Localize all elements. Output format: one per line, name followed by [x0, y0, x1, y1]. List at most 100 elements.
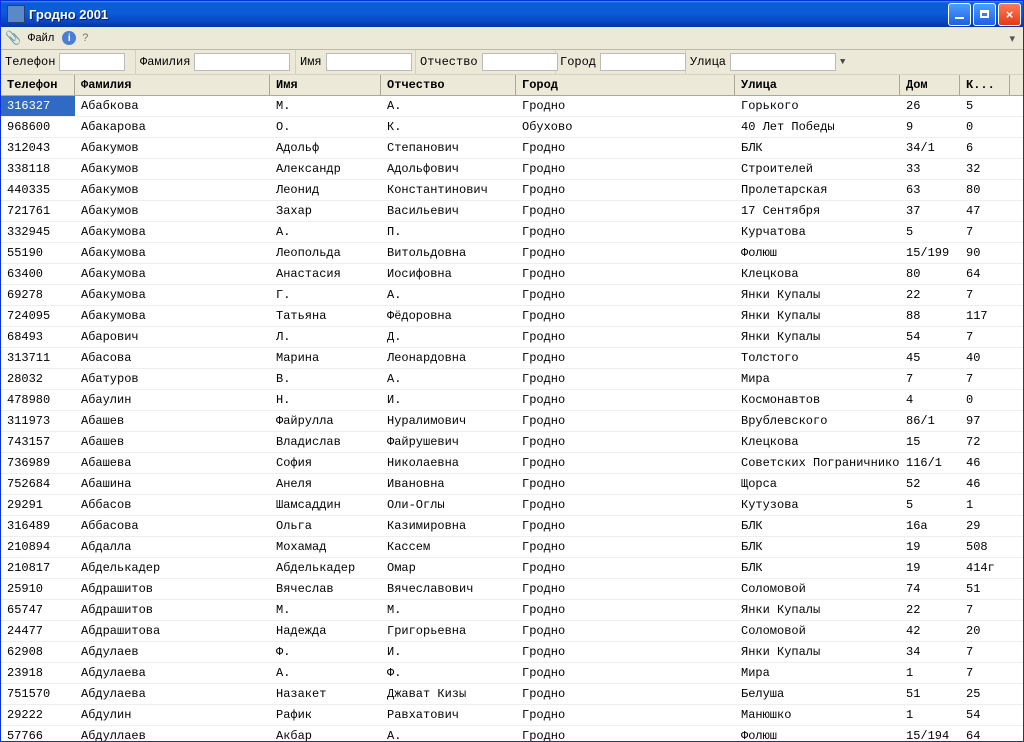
filter-city-label: Город [560, 55, 596, 69]
table-row[interactable]: 311973АбашевФайруллаНуралимовичГродноВру… [1, 411, 1023, 432]
cell: 17 Сентября [735, 201, 900, 221]
table-row[interactable]: 751570АбдулаеваНазакетДжават КизыГродноБ… [1, 684, 1023, 705]
cell: Татьяна [270, 306, 381, 326]
table-row[interactable]: 210817АбделькадерАбделькадерОмарГродноБЛ… [1, 558, 1023, 579]
col-patronymic[interactable]: Отчество [381, 75, 516, 95]
col-city[interactable]: Город [516, 75, 735, 95]
cell: 19 [900, 558, 960, 578]
table-row[interactable]: 316489АббасоваОльгаКазимировнаГродноБЛК1… [1, 516, 1023, 537]
cell: Вячеславович [381, 579, 516, 599]
table-row[interactable]: 68493АбаровичЛ.Д.ГродноЯнки Купалы547 [1, 327, 1023, 348]
cell: Абашев [75, 432, 270, 452]
table-row[interactable]: 57766АбдуллаевАкбарА.ГродноФолюш15/19464 [1, 726, 1023, 741]
minimize-button[interactable] [948, 3, 971, 26]
col-house[interactable]: Дом [900, 75, 960, 95]
table-row[interactable]: 313711АбасоваМаринаЛеонардовнаГродноТолс… [1, 348, 1023, 369]
table-row[interactable]: 29222АбдулинРафикРавхатовичГродноМанюшко… [1, 705, 1023, 726]
filter-patronymic-input[interactable] [482, 53, 558, 71]
cell: Кассем [381, 537, 516, 557]
cell: 32 [960, 159, 1010, 179]
cell: Анеля [270, 474, 381, 494]
maximize-button[interactable] [973, 3, 996, 26]
table-row[interactable]: 63400АбакумоваАнастасияИосифовнаГродноКл… [1, 264, 1023, 285]
cell: М. [270, 600, 381, 620]
cell: Владислав [270, 432, 381, 452]
file-menu[interactable]: Файл [27, 32, 54, 44]
table-row[interactable]: 312043АбакумовАдольфСтепановичГродноБЛК3… [1, 138, 1023, 159]
cell: Соломовой [735, 579, 900, 599]
cell: Гродно [516, 243, 735, 263]
help-menu[interactable]: ? [82, 32, 88, 44]
cell: И. [381, 642, 516, 662]
cell: 736989 [1, 453, 75, 473]
cell: Гродно [516, 558, 735, 578]
cell: А. [381, 726, 516, 741]
close-button[interactable]: × [998, 3, 1021, 26]
cell: Абашева [75, 453, 270, 473]
cell: 312043 [1, 138, 75, 158]
attachment-icon[interactable]: 📎 [5, 30, 21, 46]
table-row[interactable]: 721761АбакумовЗахарВасильевичГродно17 Се… [1, 201, 1023, 222]
cell: Абделькадер [75, 558, 270, 578]
table-row[interactable]: 338118АбакумовАлександрАдольфовичГродноС… [1, 159, 1023, 180]
cell: 478980 [1, 390, 75, 410]
table-row[interactable]: 724095АбакумоваТатьянаФёдоровнаГродноЯнк… [1, 306, 1023, 327]
filter-firstname-input[interactable] [326, 53, 412, 71]
col-phone[interactable]: Телефон [1, 75, 75, 95]
table-row[interactable]: 332945АбакумоваА.П.ГродноКурчатова57 [1, 222, 1023, 243]
cell: Марина [270, 348, 381, 368]
filter-street-input[interactable] [730, 53, 836, 71]
col-lastname[interactable]: Фамилия [75, 75, 270, 95]
table-row[interactable]: 743157АбашевВладиславФайрушевичГродноКле… [1, 432, 1023, 453]
filter-city-input[interactable] [600, 53, 686, 71]
cell: 15/199 [900, 243, 960, 263]
table-row[interactable]: 28032АбатуровВ.А.ГродноМира77 [1, 369, 1023, 390]
table-row[interactable]: 968600АбакароваО.К.Обухово40 Лет Победы9… [1, 117, 1023, 138]
table-row[interactable]: 440335АбакумовЛеонидКонстантиновичГродно… [1, 180, 1023, 201]
cell: Абдрашитов [75, 579, 270, 599]
table-row[interactable]: 69278АбакумоваГ.А.ГродноЯнки Купалы227 [1, 285, 1023, 306]
table-row[interactable]: 24477АбдрашитоваНадеждаГригорьевнаГродно… [1, 621, 1023, 642]
cell: 743157 [1, 432, 75, 452]
cell: Абдулаева [75, 663, 270, 683]
title-bar[interactable]: Гродно 2001 × [1, 1, 1023, 27]
cell: Абакумова [75, 222, 270, 242]
filter-phone-input[interactable] [59, 53, 125, 71]
table-row[interactable]: 65747АбдрашитовМ.М.ГродноЯнки Купалы227 [1, 600, 1023, 621]
table-row[interactable]: 25910АбдрашитовВячеславВячеславовичГродн… [1, 579, 1023, 600]
cell: 721761 [1, 201, 75, 221]
filter-lastname-input[interactable] [194, 53, 290, 71]
cell: Гродно [516, 495, 735, 515]
table-row[interactable]: 55190АбакумоваЛеопольдаВитольдовнаГродно… [1, 243, 1023, 264]
cell: Александр [270, 159, 381, 179]
cell: Горького [735, 96, 900, 116]
cell: Гродно [516, 621, 735, 641]
cell: Леопольда [270, 243, 381, 263]
cell: А. [381, 96, 516, 116]
cell: 15 [900, 432, 960, 452]
table-body[interactable]: 316327АбабковаМ.А.ГродноГорького26596860… [1, 96, 1023, 741]
table-row[interactable]: 29291АббасовШамсаддинОли-ОглыГродноКутуз… [1, 495, 1023, 516]
cell: 80 [960, 180, 1010, 200]
cell: Назакет [270, 684, 381, 704]
cell: Аббасова [75, 516, 270, 536]
table-row[interactable]: 736989АбашеваСофияНиколаевнаГродноСоветс… [1, 453, 1023, 474]
table-row[interactable]: 752684АбашинаАнеляИвановнаГродноЩорса524… [1, 474, 1023, 495]
cell: 968600 [1, 117, 75, 137]
cell: Константинович [381, 180, 516, 200]
cell: Абдалла [75, 537, 270, 557]
cell: Надежда [270, 621, 381, 641]
cell: 6 [960, 138, 1010, 158]
table-row[interactable]: 316327АбабковаМ.А.ГродноГорького265 [1, 96, 1023, 117]
table-row[interactable]: 478980АбаулинН.И.ГродноКосмонавтов40 [1, 390, 1023, 411]
col-street[interactable]: Улица [735, 75, 900, 95]
col-firstname[interactable]: Имя [270, 75, 381, 95]
info-icon[interactable]: i [62, 31, 76, 45]
table-row[interactable]: 62908АбдулаевФ.И.ГродноЯнки Купалы347 [1, 642, 1023, 663]
col-apt[interactable]: К... [960, 75, 1010, 95]
table-row[interactable]: 210894АбдаллаМохамадКассемГродноБЛК19508 [1, 537, 1023, 558]
table-row[interactable]: 23918АбдулаеваА.Ф.ГродноМира17 [1, 663, 1023, 684]
cell: Клецкова [735, 264, 900, 284]
toolbar-overflow-icon[interactable]: ▾ [1009, 32, 1015, 45]
chevron-down-icon[interactable]: ▼ [840, 57, 845, 67]
